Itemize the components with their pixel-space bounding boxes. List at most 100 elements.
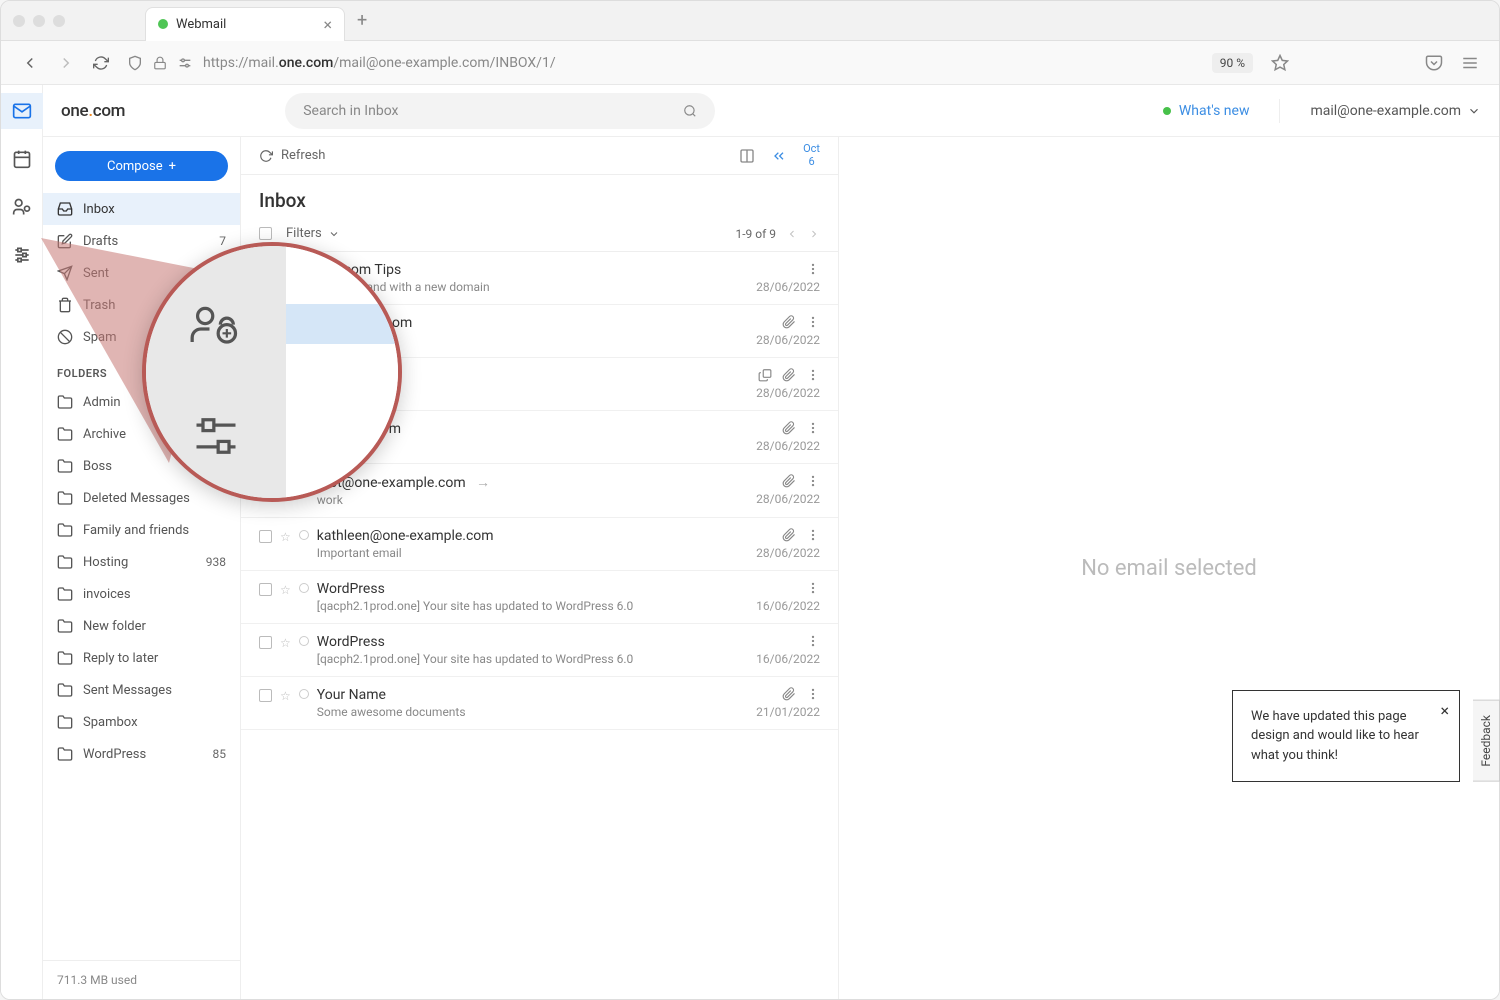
reload-button[interactable]	[93, 55, 109, 71]
more-icon[interactable]	[806, 687, 820, 701]
unread-dot-icon[interactable]	[299, 583, 309, 593]
unread-dot-icon[interactable]	[299, 689, 309, 699]
tab-close-icon[interactable]: ×	[323, 15, 332, 34]
sidebar-item-inbox[interactable]: Inbox	[43, 193, 240, 225]
browser-tab[interactable]: Webmail ×	[145, 7, 345, 41]
message-checkbox[interactable]	[259, 689, 272, 702]
menu-icon[interactable]	[1461, 54, 1479, 72]
more-icon[interactable]	[806, 474, 820, 488]
folder-item[interactable]: New folder	[43, 610, 240, 642]
more-icon[interactable]	[806, 421, 820, 435]
collapse-icon[interactable]	[771, 148, 787, 164]
message-checkbox[interactable]	[259, 264, 272, 277]
star-icon[interactable]: ☆	[280, 317, 291, 331]
rail-mail[interactable]	[1, 93, 43, 129]
unread-dot-icon[interactable]	[299, 530, 309, 540]
unread-dot-icon[interactable]	[299, 423, 309, 433]
layout-toggle-icon[interactable]	[739, 148, 755, 164]
sidebar-item-trash[interactable]: Trash	[43, 289, 240, 321]
select-all-checkbox[interactable]	[259, 227, 272, 240]
divider	[1279, 99, 1280, 123]
bookmark-star-icon[interactable]	[1271, 54, 1289, 72]
folder-item[interactable]: Admin	[43, 386, 240, 418]
rail-calendar[interactable]	[1, 141, 43, 177]
folder-item[interactable]: Deleted Messages	[43, 482, 240, 514]
forward-button[interactable]	[57, 54, 75, 72]
close-window-icon[interactable]	[13, 15, 25, 27]
message-row[interactable]: ☆example.com28/06/2022	[241, 358, 838, 411]
folder-item[interactable]: Boss	[43, 450, 240, 482]
message-row[interactable]: ☆Your NameSome awesome documents21/01/20…	[241, 677, 838, 730]
message-row[interactable]: ☆kathleen@one-example.comImportant email…	[241, 518, 838, 571]
address-bar[interactable]: https://mail.one.com/mail@one-example.co…	[127, 55, 1194, 71]
star-icon[interactable]: ☆	[280, 476, 291, 490]
message-row[interactable]: ☆WordPress[qacph2.1prod.one] Your site h…	[241, 624, 838, 677]
unread-dot-icon[interactable]	[299, 370, 309, 380]
unread-dot-icon[interactable]	[299, 636, 309, 646]
sidebar-item-spam[interactable]: Spam	[43, 321, 240, 353]
message-checkbox[interactable]	[259, 317, 272, 330]
folder-item[interactable]: Sent Messages	[43, 674, 240, 706]
message-sender: WordPress	[317, 581, 748, 597]
message-checkbox[interactable]	[259, 636, 272, 649]
message-row[interactable]: ☆example.com28/06/2022	[241, 411, 838, 464]
unread-dot-icon[interactable]	[299, 476, 309, 486]
sidebar-item-drafts[interactable]: Drafts7	[43, 225, 240, 257]
star-icon[interactable]: ☆	[280, 423, 291, 437]
message-date: 21/01/2022	[756, 705, 820, 719]
message-checkbox[interactable]	[259, 476, 272, 489]
zoom-window-icon[interactable]	[53, 15, 65, 27]
filters-dropdown[interactable]: Filters	[286, 226, 340, 241]
message-sender: example.com	[317, 368, 748, 384]
message-row[interactable]: ☆WordPress[qacph2.1prod.one] Your site h…	[241, 571, 838, 624]
message-checkbox[interactable]	[259, 423, 272, 436]
star-icon[interactable]: ☆	[280, 689, 291, 703]
folder-item[interactable]: Archive	[43, 418, 240, 450]
pocket-icon[interactable]	[1425, 54, 1443, 72]
star-icon[interactable]: ☆	[280, 264, 291, 278]
star-icon[interactable]: ☆	[280, 583, 291, 597]
compose-button[interactable]: Compose +	[55, 151, 228, 181]
star-icon[interactable]: ☆	[280, 636, 291, 650]
prev-page-button[interactable]	[786, 228, 798, 240]
message-sender: e-example.com	[317, 315, 748, 331]
whats-new-link[interactable]: What's new	[1163, 103, 1250, 119]
close-feedback-button[interactable]: ×	[1440, 699, 1449, 723]
more-icon[interactable]	[806, 528, 820, 542]
more-icon[interactable]	[806, 368, 820, 382]
more-icon[interactable]	[806, 315, 820, 329]
refresh-button[interactable]: Refresh	[259, 148, 325, 163]
sidebar-item-sent[interactable]: Sent	[43, 257, 240, 289]
unread-dot-icon[interactable]	[299, 317, 309, 327]
next-page-button[interactable]	[808, 228, 820, 240]
message-checkbox[interactable]	[259, 370, 272, 383]
star-icon[interactable]: ☆	[280, 370, 291, 384]
star-icon[interactable]: ☆	[280, 530, 291, 544]
message-checkbox[interactable]	[259, 583, 272, 596]
back-button[interactable]	[21, 54, 39, 72]
message-checkbox[interactable]	[259, 530, 272, 543]
message-row[interactable]: ☆one.com Tipsst your brand with a new do…	[241, 252, 838, 305]
message-row[interactable]: ☆rgot@one-example.com →work28/06/2022	[241, 464, 838, 518]
folder-item[interactable]: WordPress85	[43, 738, 240, 770]
rail-settings[interactable]	[1, 237, 43, 273]
unread-dot-icon[interactable]	[299, 264, 309, 274]
zoom-indicator[interactable]: 90 %	[1212, 53, 1253, 73]
folder-item[interactable]: Family and friends	[43, 514, 240, 546]
folder-item[interactable]: invoices	[43, 578, 240, 610]
more-icon[interactable]	[806, 581, 820, 595]
account-menu[interactable]: mail@one-example.com	[1310, 103, 1481, 119]
share-icon[interactable]	[758, 368, 772, 382]
rail-contacts[interactable]	[1, 189, 43, 225]
date-indicator[interactable]: Oct6	[803, 143, 820, 167]
more-icon[interactable]	[806, 634, 820, 648]
feedback-tab[interactable]: Feedback	[1473, 700, 1500, 782]
folder-item[interactable]: Hosting938	[43, 546, 240, 578]
search-input[interactable]: Search in Inbox	[285, 93, 715, 129]
new-tab-button[interactable]: +	[357, 10, 367, 31]
folder-item[interactable]: Spambox	[43, 706, 240, 738]
more-icon[interactable]	[806, 262, 820, 276]
message-row[interactable]: ☆e-example.com28/06/2022	[241, 305, 838, 358]
minimize-window-icon[interactable]	[33, 15, 45, 27]
folder-item[interactable]: Reply to later	[43, 642, 240, 674]
